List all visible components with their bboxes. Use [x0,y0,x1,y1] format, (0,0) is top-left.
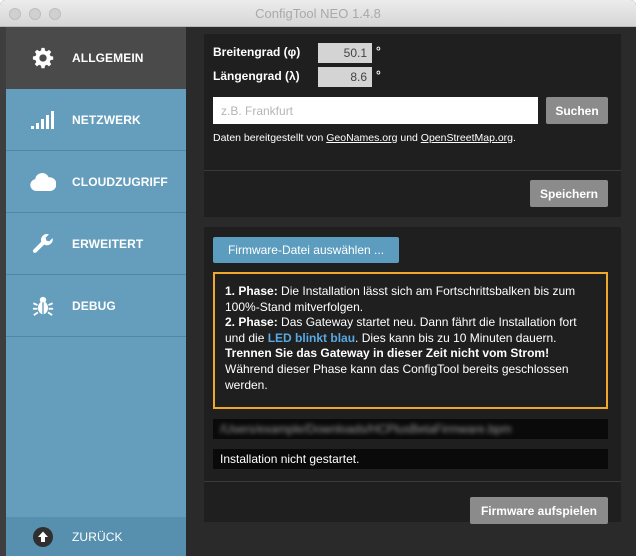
sidebar-item-label: CLOUDZUGRIFF [72,174,168,189]
install-firmware-button[interactable]: Firmware aufspielen [470,497,608,524]
sidebar-item-cloudzugriff[interactable]: CLOUDZUGRIFF [6,151,186,213]
save-button[interactable]: Speichern [530,180,608,207]
app-window: ConfigTool NEO 1.4.8 ALLGEMEIN NETZWERK … [0,0,636,556]
search-button[interactable]: Suchen [546,97,608,124]
longitude-degree: ° [376,68,381,82]
power-warning: Trennen Sie das Gateway in dieser Zeit n… [225,346,550,361]
sidebar-item-label: NETZWERK [72,112,141,127]
sidebar-item-label: DEBUG [72,298,116,313]
wrench-icon [30,231,56,257]
location-panel: Breitengrad (φ) 50.1 ° Längengrad (λ) 8.… [204,34,621,217]
back-label: ZURÜCK [72,529,123,544]
openstreetmap-link[interactable]: OpenStreetMap.org [421,132,513,144]
longitude-label: Längengrad (λ) [213,69,300,83]
credits-suffix: . [513,132,516,144]
latitude-field[interactable]: 50.1 [318,43,372,63]
signal-bars-icon [30,107,56,133]
sidebar-item-allgemein[interactable]: ALLGEMEIN [6,27,186,89]
sidebar-item-erweitert[interactable]: ERWEITERT [6,213,186,275]
longitude-field[interactable]: 8.6 [318,67,372,87]
data-credits: Daten bereitgestellt von GeoNames.org un… [213,132,516,144]
sidebar-item-netzwerk[interactable]: NETZWERK [6,89,186,151]
main-content: Breitengrad (φ) 50.1 ° Längengrad (λ) 8.… [186,27,636,556]
arrow-up-circle-icon [30,524,56,550]
file-path-text: /Users/example/Downloads/HCPlusBetaFirmw… [220,422,512,436]
sidebar-item-label: ERWEITERT [72,236,144,251]
phase1-text: Die Installation lässt sich am Fortschri… [225,284,576,314]
location-search-input[interactable] [213,97,538,124]
firmware-panel: Firmware-Datei auswählen ... 1. Phase: D… [204,227,621,524]
install-status: Installation nicht gestartet. [213,449,608,469]
divider [204,481,621,482]
bug-icon [30,293,56,319]
latitude-degree: ° [376,44,381,58]
sidebar-item-label: ALLGEMEIN [72,50,144,65]
geonames-link[interactable]: GeoNames.org [326,132,397,144]
led-blinkt-blau-text: LED blinkt blau [267,330,356,345]
phase2-text-end: Während dieser Phase kann das ConfigTool… [225,361,569,392]
select-firmware-button[interactable]: Firmware-Datei auswählen ... [213,237,399,263]
sidebar-item-debug[interactable]: DEBUG [6,275,186,337]
phase2-text-continued: . Dies kann bis zu 10 Minuten dauern. [355,330,557,345]
divider [204,170,621,171]
window-title: ConfigTool NEO 1.4.8 [255,6,381,21]
cloud-icon [30,169,56,195]
back-button[interactable]: ZURÜCK [6,517,186,556]
title-bar: ConfigTool NEO 1.4.8 [0,0,636,27]
phase2-title: 2. Phase: [225,315,278,330]
credits-prefix: Daten bereitgestellt von [213,132,327,144]
credits-mid: und [397,132,421,144]
latitude-label: Breitengrad (φ) [213,45,301,59]
sidebar: ALLGEMEIN NETZWERK CLOUDZUGRIFF ERWEITER… [6,27,186,556]
selected-file-path: /Users/example/Downloads/HCPlusBetaFirmw… [213,419,608,439]
phase1-title: 1. Phase: [225,284,278,298]
gear-icon [30,45,56,71]
install-info-box: 1. Phase: Die Installation lässt sich am… [213,272,608,409]
